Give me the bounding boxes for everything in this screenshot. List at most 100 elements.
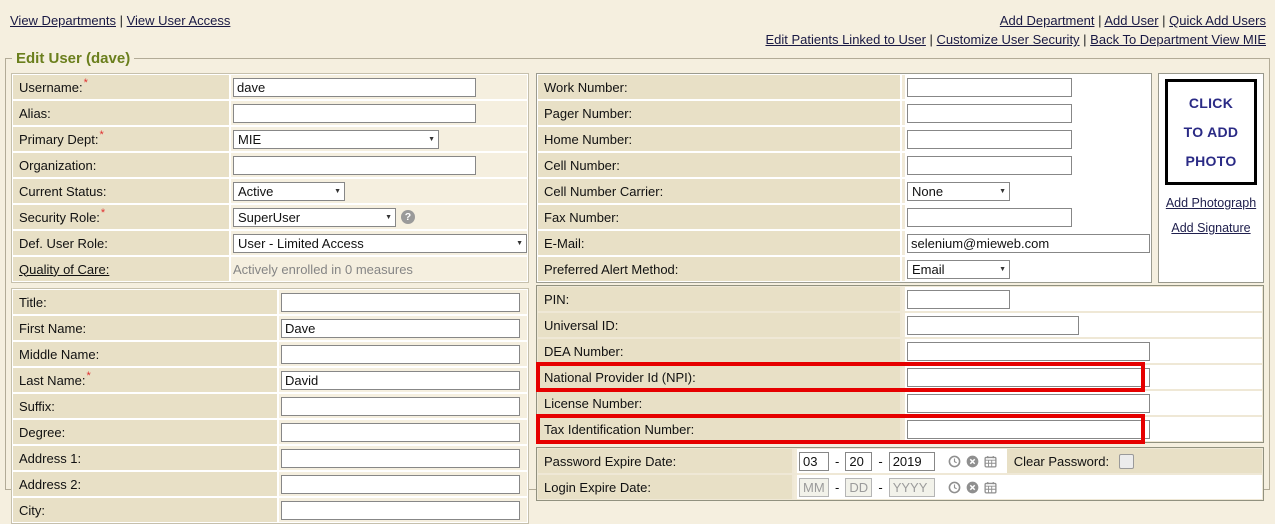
work-number-input[interactable] [907, 78, 1072, 97]
edit-patients-linked-to-user-link[interactable]: Edit Patients Linked to User [765, 32, 925, 47]
primary-dept-selected-value: MIE [238, 132, 261, 147]
cell-number-carrier-field: None ▼ [902, 179, 1150, 203]
password-expire-date-field: --Clear Password: [794, 449, 1262, 473]
tax-identification-number-input[interactable] [907, 420, 1150, 439]
alias-input[interactable] [233, 104, 476, 123]
add-department-link[interactable]: Add Department [1000, 13, 1095, 28]
add-user-link[interactable]: Add User [1104, 13, 1158, 28]
fax-number-label: Fax Number: [538, 205, 900, 229]
security-role-select[interactable]: SuperUser▼ [233, 208, 396, 227]
license-number-field [902, 391, 1262, 415]
last-name-label-text: Last Name: [19, 373, 85, 388]
last-name-input[interactable] [281, 371, 520, 390]
quality-of-care-label[interactable]: Quality of Care: [13, 257, 229, 281]
clear-password-checkbox[interactable] [1119, 454, 1134, 469]
row-quality-of-care: Quality of Care:Actively enrolled in 0 m… [13, 257, 527, 281]
add-photo-box-line: CLICK [1189, 95, 1233, 111]
add-signature-link[interactable]: Add Signature [1171, 221, 1250, 235]
address-1-input[interactable] [281, 449, 520, 468]
customize-user-security-link[interactable]: Customize User Security [937, 32, 1080, 47]
e-mail-label: E-Mail: [538, 231, 900, 255]
cell-number-carrier-selected-value: None [912, 184, 943, 199]
dea-number-input[interactable] [907, 342, 1150, 361]
row-preferred-alert-method: Preferred Alert Method:Email▼ [538, 257, 1150, 281]
title-label: Title: [13, 290, 277, 314]
contact-info-table: Work Number:Pager Number:Home Number:Cel… [536, 73, 1152, 283]
address-2-label-text: Address 2: [19, 477, 81, 492]
home-number-input[interactable] [907, 130, 1072, 149]
clear-date-icon[interactable] [966, 455, 979, 468]
current-status-label-text: Current Status: [19, 184, 106, 199]
organization-input[interactable] [233, 156, 476, 175]
security-role-selected-value: SuperUser [238, 210, 300, 225]
help-icon[interactable]: ? [401, 210, 415, 224]
calendar-icon[interactable] [984, 481, 997, 494]
view-user-access-link[interactable]: View User Access [127, 13, 231, 28]
e-mail-input[interactable] [907, 234, 1150, 253]
cell-number-field [902, 153, 1150, 177]
address-1-label: Address 1: [13, 446, 277, 470]
middle-name-label: Middle Name: [13, 342, 277, 366]
preferred-alert-method-select[interactable]: Email▼ [907, 260, 1010, 279]
login-expire-date-month-input[interactable] [799, 478, 829, 497]
row-title: Title: [13, 290, 527, 314]
primary-dept-field: MIE▼ [231, 127, 527, 151]
middle-name-input[interactable] [281, 345, 520, 364]
cell-number-carrier-select[interactable]: None ▼ [907, 182, 1010, 201]
required-marker: * [86, 371, 90, 382]
title-input[interactable] [281, 293, 520, 312]
dropdown-arrow-icon: ▼ [999, 188, 1006, 195]
password-expire-date-year-input[interactable] [889, 452, 935, 471]
cell-number-label-text: Cell Number: [544, 158, 620, 173]
add-photo-box[interactable]: CLICKTO ADDPHOTO [1165, 79, 1257, 185]
license-number-input[interactable] [907, 394, 1150, 413]
first-name-input[interactable] [281, 319, 520, 338]
login-expire-date-day-input[interactable] [845, 478, 872, 497]
preferred-alert-method-field: Email▼ [902, 257, 1150, 281]
degree-input[interactable] [281, 423, 520, 442]
date-separator: - [878, 454, 882, 469]
cell-number-input[interactable] [907, 156, 1072, 175]
top-right-links-row1: Add Department | Add User | Quick Add Us… [765, 11, 1266, 30]
alias-field [231, 101, 527, 125]
current-status-select[interactable]: Active▼ [233, 182, 345, 201]
def-user-role-selected-value: User - Limited Access [238, 236, 364, 251]
add-photo-box-line: TO ADD [1184, 124, 1239, 140]
username-label: Username:* [13, 75, 229, 99]
login-expire-date-year-input[interactable] [889, 478, 935, 497]
primary-dept-select[interactable]: MIE▼ [233, 130, 439, 149]
date-icons [948, 455, 997, 468]
quick-add-users-link[interactable]: Quick Add Users [1169, 13, 1266, 28]
def-user-role-select[interactable]: User - Limited Access▼ [233, 234, 527, 253]
tax-identification-number-field [902, 417, 1262, 441]
city-label: City: [13, 498, 277, 522]
universal-id-input[interactable] [907, 316, 1079, 335]
pager-number-input[interactable] [907, 104, 1072, 123]
view-departments-link[interactable]: View Departments [10, 13, 116, 28]
password-expire-date-month-input[interactable] [799, 452, 829, 471]
password-expire-date-day-input[interactable] [845, 452, 872, 471]
national-provider-id-npi-input[interactable] [907, 368, 1150, 387]
link-separator: | [1094, 13, 1104, 28]
quality-of-care-field: Actively enrolled in 0 measures [231, 257, 527, 281]
fax-number-input[interactable] [907, 208, 1072, 227]
national-provider-id-npi-field [902, 365, 1262, 389]
calendar-icon[interactable] [984, 455, 997, 468]
add-photograph-link[interactable]: Add Photograph [1166, 196, 1256, 210]
address-2-input[interactable] [281, 475, 520, 494]
link-separator: | [926, 32, 937, 47]
first-name-label-text: First Name: [19, 321, 86, 336]
clock-icon[interactable] [948, 481, 961, 494]
universal-id-label: Universal ID: [538, 313, 900, 337]
personal-info-table: Title: First Name: Middle Name: Last Name:*… [11, 288, 529, 524]
suffix-input[interactable] [281, 397, 520, 416]
city-input[interactable] [281, 501, 520, 520]
clear-date-icon[interactable] [966, 481, 979, 494]
fax-number-label-text: Fax Number: [544, 210, 619, 225]
pin-label: PIN: [538, 287, 900, 311]
top-navigation: View Departments | View User Access Add … [0, 0, 1275, 49]
back-to-department-view-mie-link[interactable]: Back To Department View MIE [1090, 32, 1266, 47]
username-input[interactable] [233, 78, 476, 97]
clock-icon[interactable] [948, 455, 961, 468]
pin-input[interactable] [907, 290, 1010, 309]
